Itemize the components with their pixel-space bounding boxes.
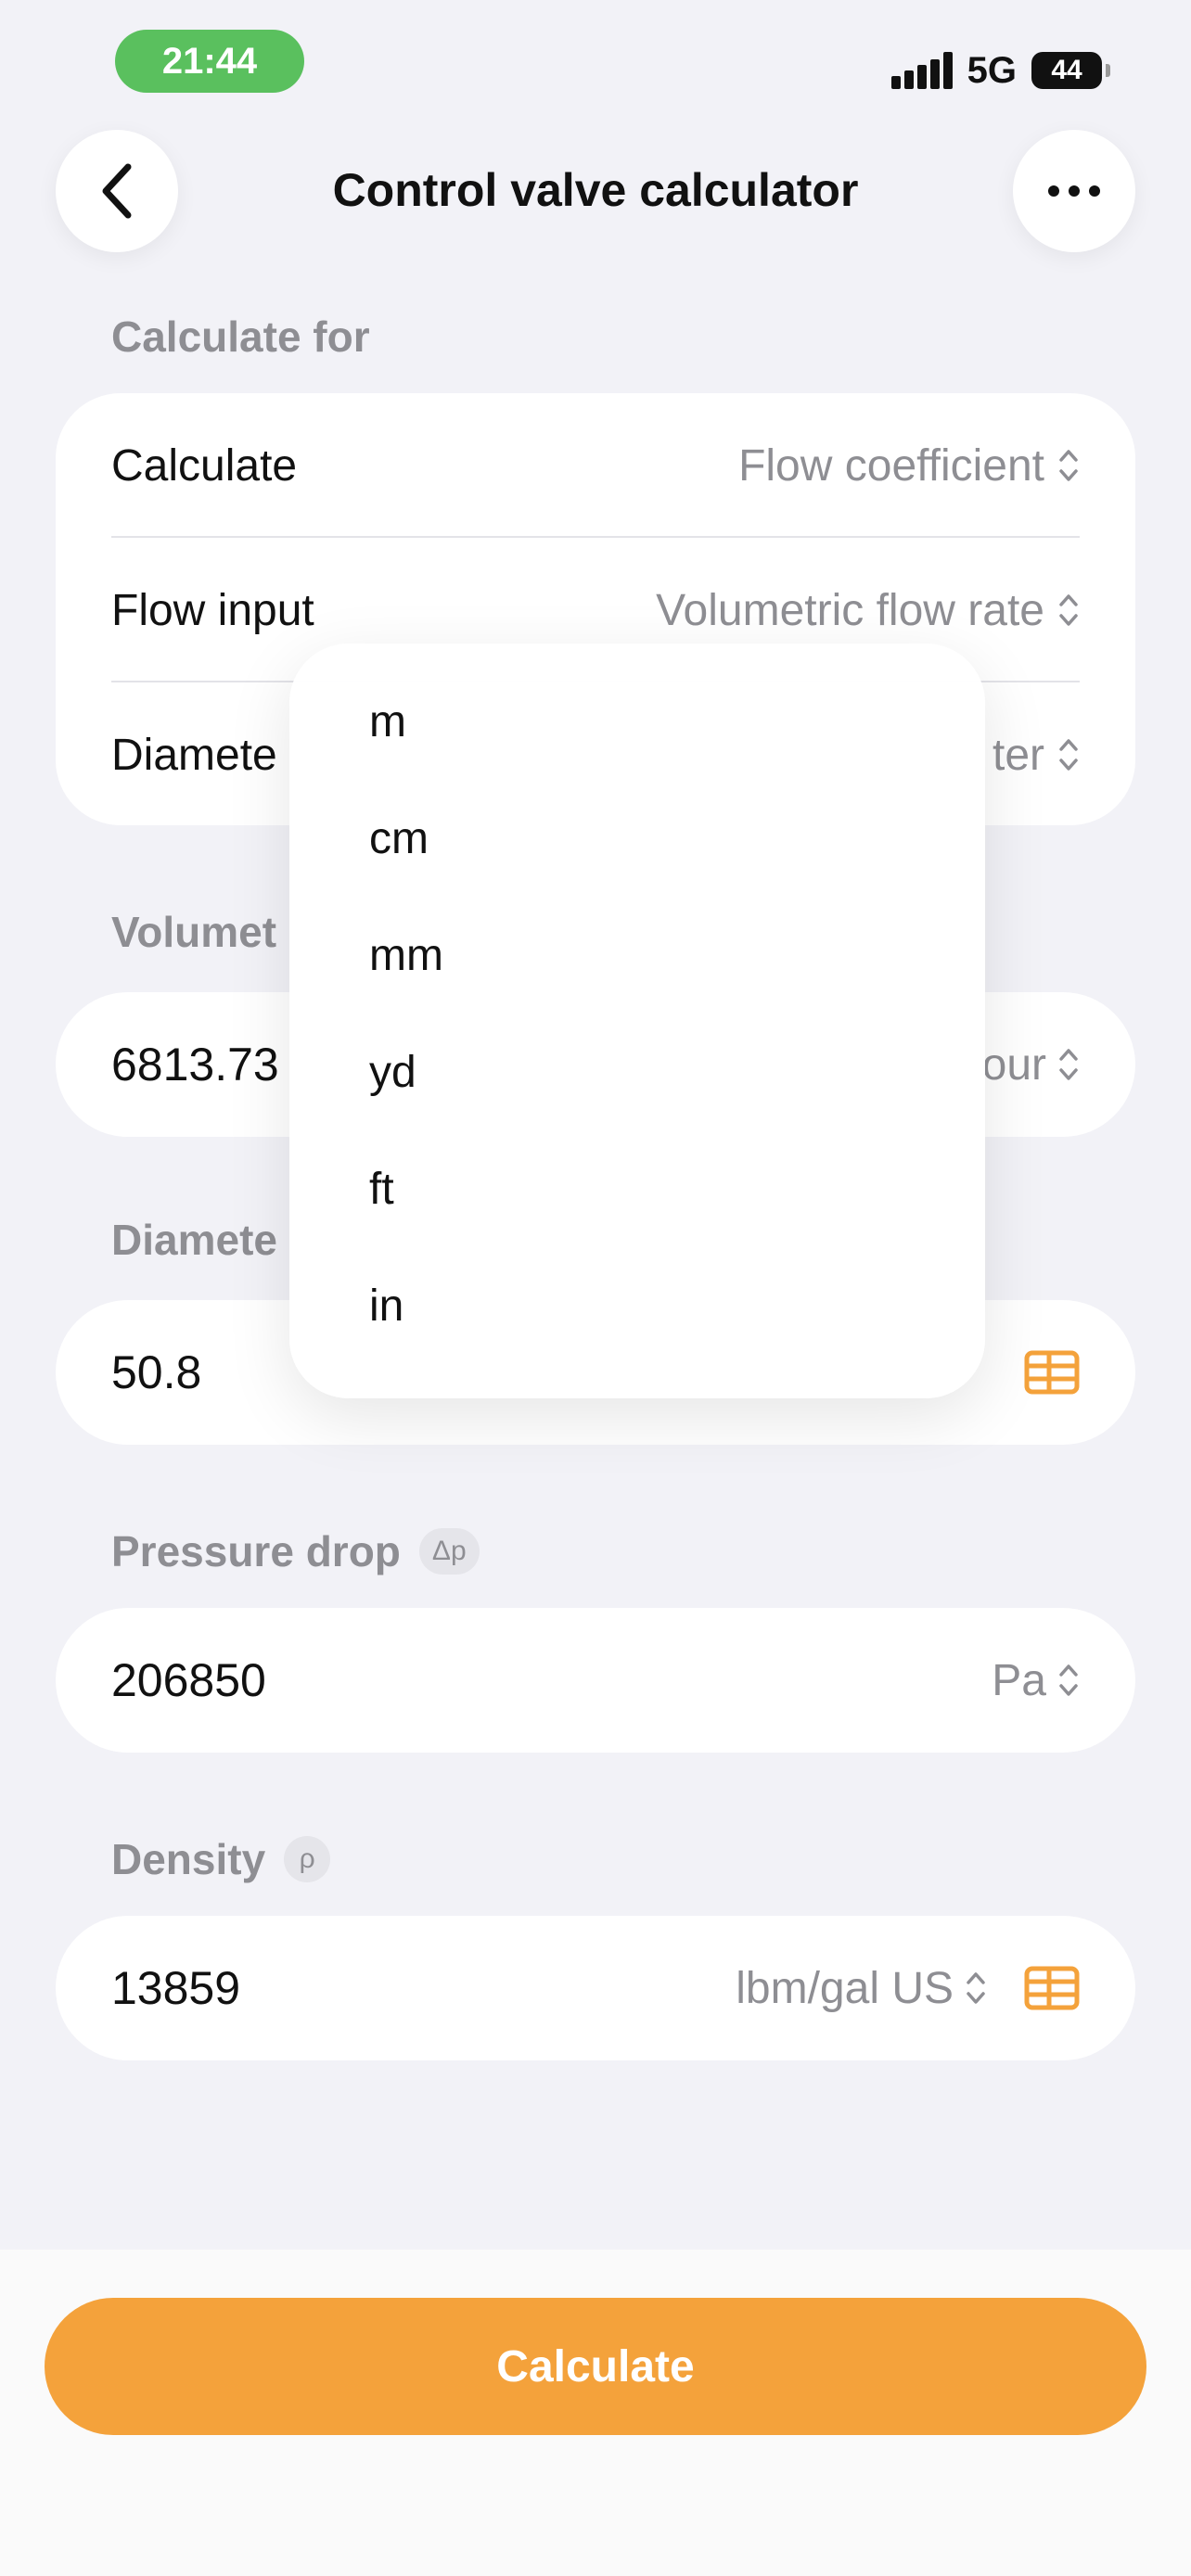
chevron-updown-icon xyxy=(1059,450,1078,481)
density-field[interactable]: 13859 lbm/gal US xyxy=(56,1916,1135,2060)
diameter-input-label: Diamete xyxy=(111,730,277,780)
density-unit-select[interactable]: lbm/gal US xyxy=(736,1963,987,2014)
flow-input-value[interactable]: Volumetric flow rate xyxy=(656,585,1080,636)
density-symbol-badge: ρ xyxy=(284,1836,331,1882)
chevron-updown-icon xyxy=(1059,594,1078,626)
density-input[interactable]: 13859 xyxy=(111,1961,240,2015)
chevron-updown-icon xyxy=(967,1972,985,2004)
dropdown-option-m[interactable]: m xyxy=(289,664,985,781)
chevron-updown-icon xyxy=(1059,1049,1078,1080)
unit-dropdown-menu: m cm mm yd ft in xyxy=(289,644,985,1398)
pressure-symbol-badge: Δp xyxy=(418,1528,480,1575)
signal-icon xyxy=(890,52,953,89)
calculate-row-label: Calculate xyxy=(111,440,298,491)
volumetric-flow-heading: Volumet xyxy=(111,908,277,956)
pressure-drop-input[interactable]: 206850 xyxy=(111,1653,266,1707)
status-indicators: 5G 44 xyxy=(890,46,1110,95)
dropdown-option-yd[interactable]: yd xyxy=(289,1014,985,1131)
volumetric-flow-input[interactable]: 6813.73 xyxy=(111,1038,279,1091)
screen: 21:44 5G 44 Control valve calculator Cal… xyxy=(0,0,1191,2576)
dropdown-option-mm[interactable]: mm xyxy=(289,898,985,1014)
chevron-updown-icon xyxy=(1059,1664,1078,1696)
dropdown-option-in[interactable]: in xyxy=(289,1248,985,1365)
pressure-unit-select[interactable]: Pa xyxy=(992,1655,1080,1706)
calculate-for-heading: Calculate for xyxy=(111,312,370,361)
flow-input-label: Flow input xyxy=(111,585,314,635)
more-button[interactable] xyxy=(1013,130,1135,252)
network-type: 5G xyxy=(967,49,1017,91)
pressure-drop-heading: Pressure drop Δp xyxy=(111,1526,480,1576)
diameter-input-value[interactable]: ter xyxy=(992,730,1080,781)
status-time: 21:44 xyxy=(115,30,304,93)
table-icon[interactable] xyxy=(1024,1966,1080,2010)
calculate-row[interactable]: Calculate Flow coefficient xyxy=(111,393,1080,538)
diameter-input[interactable]: 50.8 xyxy=(111,1345,201,1399)
table-icon[interactable] xyxy=(1024,1350,1080,1395)
calculate-row-value[interactable]: Flow coefficient xyxy=(738,440,1080,491)
dropdown-option-cm[interactable]: cm xyxy=(289,781,985,898)
volumetric-flow-unit-select[interactable]: our xyxy=(982,1039,1080,1090)
chevron-updown-icon xyxy=(1059,739,1078,771)
more-horizontal-icon xyxy=(1048,185,1100,197)
dropdown-option-ft[interactable]: ft xyxy=(289,1131,985,1248)
density-heading: Density ρ xyxy=(111,1834,331,1884)
diameter-heading: Diamete xyxy=(111,1216,277,1264)
calculate-button[interactable]: Calculate xyxy=(45,2298,1146,2435)
battery-icon: 44 xyxy=(1031,52,1110,89)
pressure-drop-field[interactable]: 206850 Pa xyxy=(56,1608,1135,1753)
